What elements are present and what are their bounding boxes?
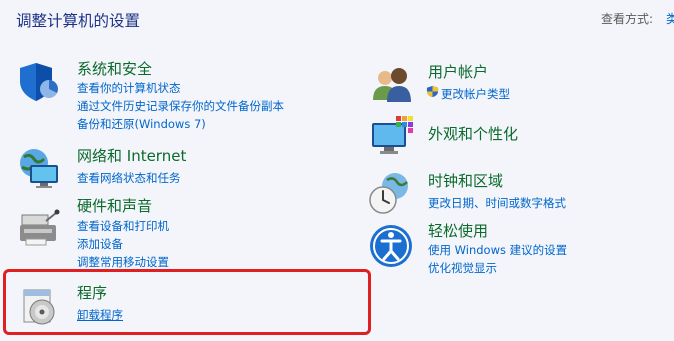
category-title-ease-of-access[interactable]: 轻松使用 bbox=[428, 222, 488, 240]
category-title-system-security[interactable]: 系统和安全 bbox=[77, 60, 152, 78]
ease-of-access-icon[interactable] bbox=[369, 224, 415, 270]
category-title-clock-region[interactable]: 时钟和区域 bbox=[428, 172, 503, 190]
network-globe-icon[interactable] bbox=[16, 145, 62, 191]
category-title-network-internet[interactable]: 网络和 Internet bbox=[77, 147, 186, 165]
category-title-user-accounts[interactable]: 用户帐户 bbox=[428, 63, 488, 81]
category-title-hardware-sound[interactable]: 硬件和声音 bbox=[77, 197, 152, 215]
link-change-account-type[interactable]: 更改帐户类型 bbox=[441, 85, 510, 103]
link-network-status[interactable]: 查看网络状态和任务 bbox=[77, 169, 181, 187]
view-by-dropdown[interactable]: 类别 bbox=[666, 10, 674, 27]
link-view-computer-status[interactable]: 查看你的计算机状态 bbox=[77, 79, 181, 97]
link-change-date-time-format[interactable]: 更改日期、时间或数字格式 bbox=[428, 194, 566, 212]
page-title: 调整计算机的设置 bbox=[16, 12, 141, 30]
printer-icon[interactable] bbox=[16, 205, 62, 251]
users-icon[interactable] bbox=[369, 62, 415, 108]
view-by-label: 查看方式: bbox=[601, 12, 654, 26]
link-optimize-visual-display[interactable]: 优化视觉显示 bbox=[428, 259, 497, 277]
category-title-appearance[interactable]: 外观和个性化 bbox=[428, 125, 518, 143]
link-devices-printers[interactable]: 查看设备和打印机 bbox=[77, 217, 169, 235]
monitor-palette-icon[interactable] bbox=[370, 113, 416, 159]
highlight-box bbox=[3, 269, 371, 335]
shield-icon[interactable] bbox=[16, 59, 62, 105]
uac-shield-icon bbox=[426, 85, 439, 103]
link-add-device[interactable]: 添加设备 bbox=[77, 235, 123, 253]
link-file-history-backup[interactable]: 通过文件历史记录保存你的文件备份副本 bbox=[77, 97, 284, 115]
clock-globe-icon[interactable] bbox=[367, 170, 413, 216]
link-recommended-settings[interactable]: 使用 Windows 建议的设置 bbox=[428, 241, 567, 259]
link-backup-restore[interactable]: 备份和还原(Windows 7) bbox=[77, 115, 206, 133]
uac-link-row: 更改帐户类型 bbox=[426, 85, 510, 103]
